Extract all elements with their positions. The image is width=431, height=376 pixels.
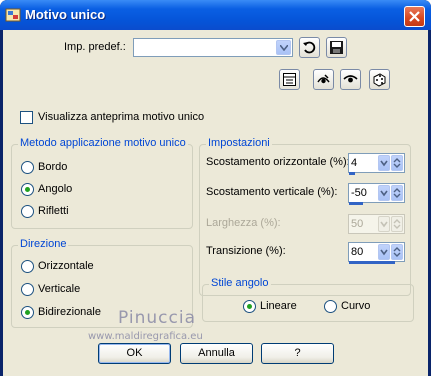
help-button[interactable]: ? bbox=[261, 343, 334, 364]
radio-lineare-label: Lineare bbox=[260, 300, 297, 312]
eye-closed-icon bbox=[343, 75, 358, 83]
transition-spinner[interactable]: 80 bbox=[348, 242, 405, 264]
app-icon bbox=[5, 7, 21, 23]
title-bar[interactable]: Motivo unico bbox=[0, 0, 431, 30]
radio-bidirezionale[interactable] bbox=[21, 306, 34, 319]
dialog-client: Imp. predef.: Visualizza anteprima motiv… bbox=[3, 30, 428, 376]
offset-x-spinner[interactable]: 4 bbox=[348, 153, 405, 175]
width-label: Larghezza (%): bbox=[206, 217, 281, 229]
watermark-name: Pinuccia bbox=[118, 308, 196, 328]
close-button[interactable] bbox=[404, 6, 425, 27]
radio-rifletti[interactable] bbox=[21, 205, 34, 218]
width-value: 50 bbox=[351, 218, 364, 230]
offset-y-spinner[interactable]: -50 bbox=[348, 183, 405, 205]
radio-verticale[interactable] bbox=[21, 283, 34, 296]
offset-y-label: Scostamento verticale (%): bbox=[206, 186, 338, 198]
ok-button[interactable]: OK bbox=[98, 343, 171, 364]
transition-slider[interactable] bbox=[349, 261, 395, 264]
radio-orizzontale[interactable] bbox=[21, 260, 34, 273]
radio-bordo-label: Bordo bbox=[38, 161, 68, 173]
radio-lineare[interactable] bbox=[243, 300, 256, 313]
chevron-down-icon[interactable] bbox=[276, 40, 291, 55]
transition-value: 80 bbox=[351, 246, 364, 258]
offset-x-value: 4 bbox=[351, 157, 358, 169]
spin-updown-icon[interactable] bbox=[391, 155, 403, 171]
auto-proof-button[interactable] bbox=[340, 69, 361, 90]
corner-style-group-title: Stile angolo bbox=[209, 277, 271, 289]
width-spinner[interactable]: 50 bbox=[348, 214, 405, 234]
radio-curvo-label: Curvo bbox=[341, 300, 371, 312]
reset-icon bbox=[283, 73, 296, 86]
watermark-url: www.maldiregrafica.eu bbox=[88, 331, 203, 342]
offset-y-value: -50 bbox=[351, 187, 367, 199]
cancel-button[interactable]: Annulla bbox=[180, 343, 253, 364]
settings-group: Impostazioni Scostamento orizzontale (%)… bbox=[199, 137, 411, 296]
randomize-button[interactable] bbox=[369, 69, 390, 90]
settings-group-title: Impostazioni bbox=[206, 137, 272, 149]
corner-style-group: Stile angolo Lineare Curvo bbox=[202, 277, 414, 322]
spin-updown-icon[interactable] bbox=[391, 244, 403, 260]
eye-icon bbox=[317, 74, 330, 84]
chevron-down-icon[interactable] bbox=[378, 244, 390, 260]
close-icon bbox=[409, 11, 420, 22]
preset-combo[interactable] bbox=[133, 38, 293, 57]
transition-label: Transizione (%): bbox=[206, 245, 286, 257]
radio-angolo[interactable] bbox=[21, 183, 34, 196]
save-preset-icon bbox=[330, 41, 343, 54]
proof-button[interactable] bbox=[313, 69, 334, 90]
load-preset-icon bbox=[303, 41, 316, 54]
dialog-window: Motivo unico Imp. predef.: Visualizza an… bbox=[0, 0, 431, 376]
radio-angolo-label: Angolo bbox=[38, 183, 73, 195]
radio-rifletti-label: Rifletti bbox=[38, 205, 69, 217]
preview-checkbox[interactable] bbox=[20, 111, 33, 124]
direction-group-title: Direzione bbox=[18, 238, 69, 250]
chevron-down-icon[interactable] bbox=[378, 155, 390, 171]
spin-updown-icon bbox=[391, 216, 403, 232]
radio-verticale-label: Verticale bbox=[38, 283, 81, 295]
offset-y-slider[interactable] bbox=[349, 202, 363, 205]
preview-checkbox-label: Visualizza anteprima motivo unico bbox=[38, 111, 205, 123]
window-title: Motivo unico bbox=[25, 7, 106, 22]
spin-updown-icon[interactable] bbox=[391, 185, 403, 201]
offset-x-label: Scostamento orizzontale (%): bbox=[206, 156, 350, 168]
chevron-down-icon bbox=[378, 216, 390, 232]
chevron-down-icon[interactable] bbox=[378, 185, 390, 201]
radio-bidirezionale-label: Bidirezionale bbox=[38, 306, 101, 318]
offset-x-slider[interactable] bbox=[349, 172, 355, 175]
radio-curvo[interactable] bbox=[324, 300, 337, 313]
method-group-title: Metodo applicazione motivo unico bbox=[18, 137, 188, 149]
method-group: Metodo applicazione motivo unico Bordo A… bbox=[11, 137, 193, 229]
load-preset-button[interactable] bbox=[299, 37, 320, 58]
preset-label: Imp. predef.: bbox=[64, 41, 126, 53]
radio-orizzontale-label: Orizzontale bbox=[38, 260, 94, 272]
radio-bordo[interactable] bbox=[21, 161, 34, 174]
save-preset-button[interactable] bbox=[326, 37, 347, 58]
dice-icon bbox=[373, 73, 386, 87]
reset-button[interactable] bbox=[279, 69, 300, 90]
